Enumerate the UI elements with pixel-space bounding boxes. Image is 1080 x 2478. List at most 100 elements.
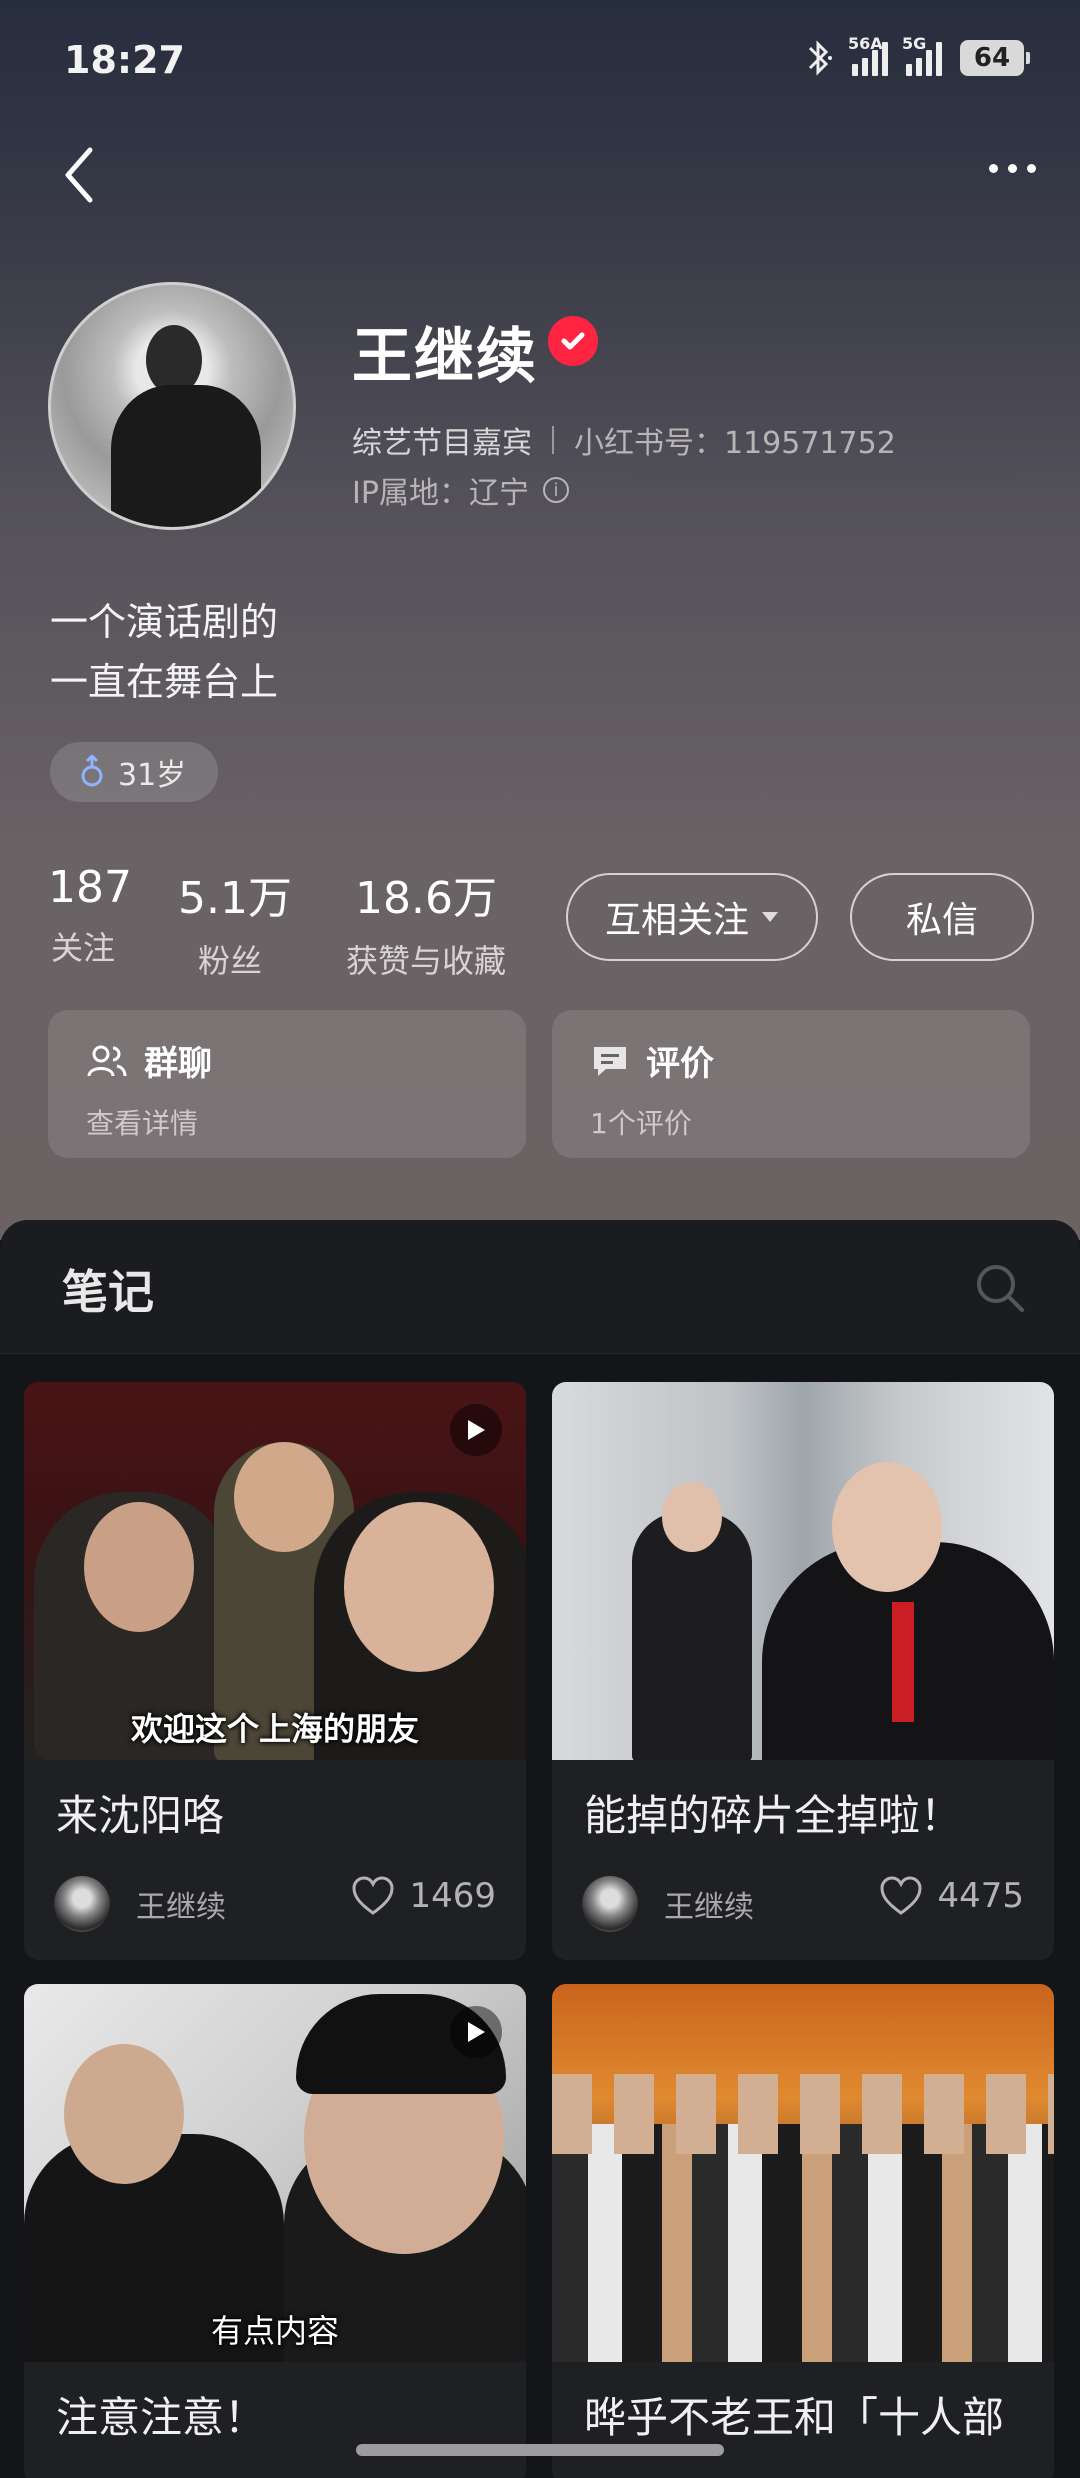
stat-following[interactable]: 187 关注: [48, 862, 132, 969]
follow-status-button[interactable]: 互相关注: [566, 873, 818, 961]
note-title: 注意注意！: [56, 2393, 267, 2442]
search-icon: [977, 1265, 1024, 1312]
note-author[interactable]: 王继续: [582, 1876, 754, 1932]
person-face: [662, 1482, 722, 1552]
battery-level: 64: [973, 43, 1011, 73]
note-title: 来沈阳咯: [56, 1791, 225, 1840]
stat-label: 粉丝: [197, 942, 262, 980]
card-title: 群聊: [86, 1036, 212, 1085]
message-label: 私信: [905, 900, 978, 941]
group-icon: [87, 1045, 127, 1076]
group-photo-shape: [552, 2124, 1054, 2362]
like-button[interactable]: 1469: [351, 1876, 496, 1916]
bio-line: 一个演话剧的: [50, 600, 279, 644]
note-thumbnail: 有点内容: [24, 1984, 526, 2362]
card-title-text: 评价: [646, 1044, 714, 1084]
notes-tab[interactable]: 笔记: [62, 1256, 154, 1322]
notes-panel: 笔记 欢迎这个上海的朋友 来沈阳咯 王继续 1469 能掉的碎片全掉啦！ 王继续…: [0, 1220, 1080, 2478]
status-bar: 18:27 56A 5G 64: [0, 0, 1080, 120]
person-face: [832, 1462, 942, 1592]
ip-location[interactable]: IP属地：辽宁 i: [352, 468, 569, 512]
person-face: [64, 2044, 184, 2184]
home-indicator[interactable]: [356, 2444, 724, 2456]
person-face: [234, 1442, 334, 1552]
verified-badge-icon: [548, 316, 598, 366]
note-title: 晔乎不老王和「十人部: [584, 2393, 1005, 2442]
note-thumbnail: 欢迎这个上海的朋友: [24, 1382, 526, 1760]
faces-row-shape: [552, 2074, 1054, 2154]
like-count: 1469: [409, 1876, 496, 1916]
heart-icon: [352, 1876, 394, 1915]
stat-label: 关注: [50, 929, 115, 967]
caret-down-icon: [762, 912, 778, 922]
profile-bio: 一个演话剧的 一直在舞台上: [50, 592, 278, 712]
group-chat-card[interactable]: 群聊 查看详情: [48, 1010, 526, 1158]
follow-label: 互相关注: [604, 900, 749, 941]
thumbnail-caption: 有点内容: [210, 2312, 339, 2350]
battery-icon: 64: [960, 40, 1030, 76]
person-face: [344, 1502, 494, 1672]
like-button[interactable]: 4475: [879, 1876, 1024, 1916]
male-icon: [81, 755, 103, 787]
note-title: 能掉的碎片全掉啦！: [584, 1791, 963, 1840]
age-label: 31岁: [118, 758, 187, 793]
note-card[interactable]: 有点内容 注意注意！: [24, 1984, 526, 2478]
dot-icon: [1026, 163, 1036, 173]
status-icons: 56A 5G 64: [804, 34, 1030, 78]
ip-location-label: IP属地：辽宁: [352, 476, 529, 511]
signal-tag: 56A: [848, 34, 883, 53]
card-title-text: 群聊: [144, 1044, 212, 1084]
person-face: [84, 1502, 194, 1632]
note-author[interactable]: 王继续: [54, 1876, 226, 1932]
card-subtitle: 1个评价: [590, 1107, 692, 1140]
bio-line: 一直在舞台上: [50, 660, 279, 704]
signal-tag-2: 5G: [902, 34, 927, 53]
like-count: 4475: [937, 1876, 1024, 1916]
heart-icon: [880, 1876, 922, 1915]
more-options-button[interactable]: [972, 148, 1052, 188]
signal-strength-icon: 56A: [848, 34, 888, 76]
dot-icon: [1007, 163, 1017, 173]
meta-divider: [552, 426, 554, 454]
profile-id: 小红书号：119571752: [574, 426, 896, 461]
info-icon: i: [542, 477, 569, 503]
author-name: 王继续: [664, 1890, 754, 1925]
bluetooth-icon: [808, 40, 832, 76]
card-subtitle: 查看详情: [86, 1107, 199, 1140]
notes-header: 笔记: [0, 1220, 1080, 1354]
message-button[interactable]: 私信: [850, 873, 1034, 961]
video-play-icon: [450, 2006, 502, 2058]
avatar[interactable]: [48, 282, 296, 530]
note-card[interactable]: 晔乎不老王和「十人部: [552, 1984, 1054, 2478]
chevron-left-icon: [65, 147, 93, 203]
author-name: 王继续: [136, 1890, 226, 1925]
author-avatar: [54, 1876, 110, 1932]
note-card[interactable]: 欢迎这个上海的朋友 来沈阳咯 王继续 1469: [24, 1382, 526, 1960]
stat-value: 18.6万: [355, 873, 497, 924]
note-thumbnail: [552, 1382, 1054, 1760]
tie-shape: [892, 1602, 914, 1722]
profile-stats: 187 关注 5.1万 粉丝 18.6万 获赞与收藏: [0, 862, 560, 982]
author-avatar: [582, 1876, 638, 1932]
card-title: 评价: [590, 1036, 714, 1085]
note-thumbnail: [552, 1984, 1054, 2362]
avatar-body: [111, 385, 261, 527]
stat-label: 获赞与收藏: [345, 942, 506, 980]
gender-age-tag: 31岁: [50, 742, 219, 802]
dot-icon: [988, 163, 998, 173]
stat-value: 5.1万: [178, 873, 292, 924]
note-card[interactable]: 能掉的碎片全掉啦！ 王继续 4475: [552, 1382, 1054, 1960]
back-button[interactable]: [48, 140, 108, 210]
search-button[interactable]: [972, 1260, 1028, 1316]
stat-value: 187: [48, 862, 132, 913]
thumbnail-caption: 欢迎这个上海的朋友: [130, 1710, 419, 1748]
stat-followers[interactable]: 5.1万 粉丝: [178, 862, 292, 982]
comment-icon: [594, 1046, 626, 1076]
profile-name: 王继续: [352, 322, 538, 392]
reviews-card[interactable]: 评价 1个评价: [552, 1010, 1030, 1158]
status-time: 18:27: [64, 38, 185, 82]
stat-likes-collects[interactable]: 18.6万 获赞与收藏: [342, 862, 510, 982]
profile-meta: 综艺节目嘉宾 小红书号：119571752: [352, 418, 896, 462]
signal-strength-icon-2: 5G: [902, 34, 942, 76]
video-play-icon: [450, 1404, 502, 1456]
